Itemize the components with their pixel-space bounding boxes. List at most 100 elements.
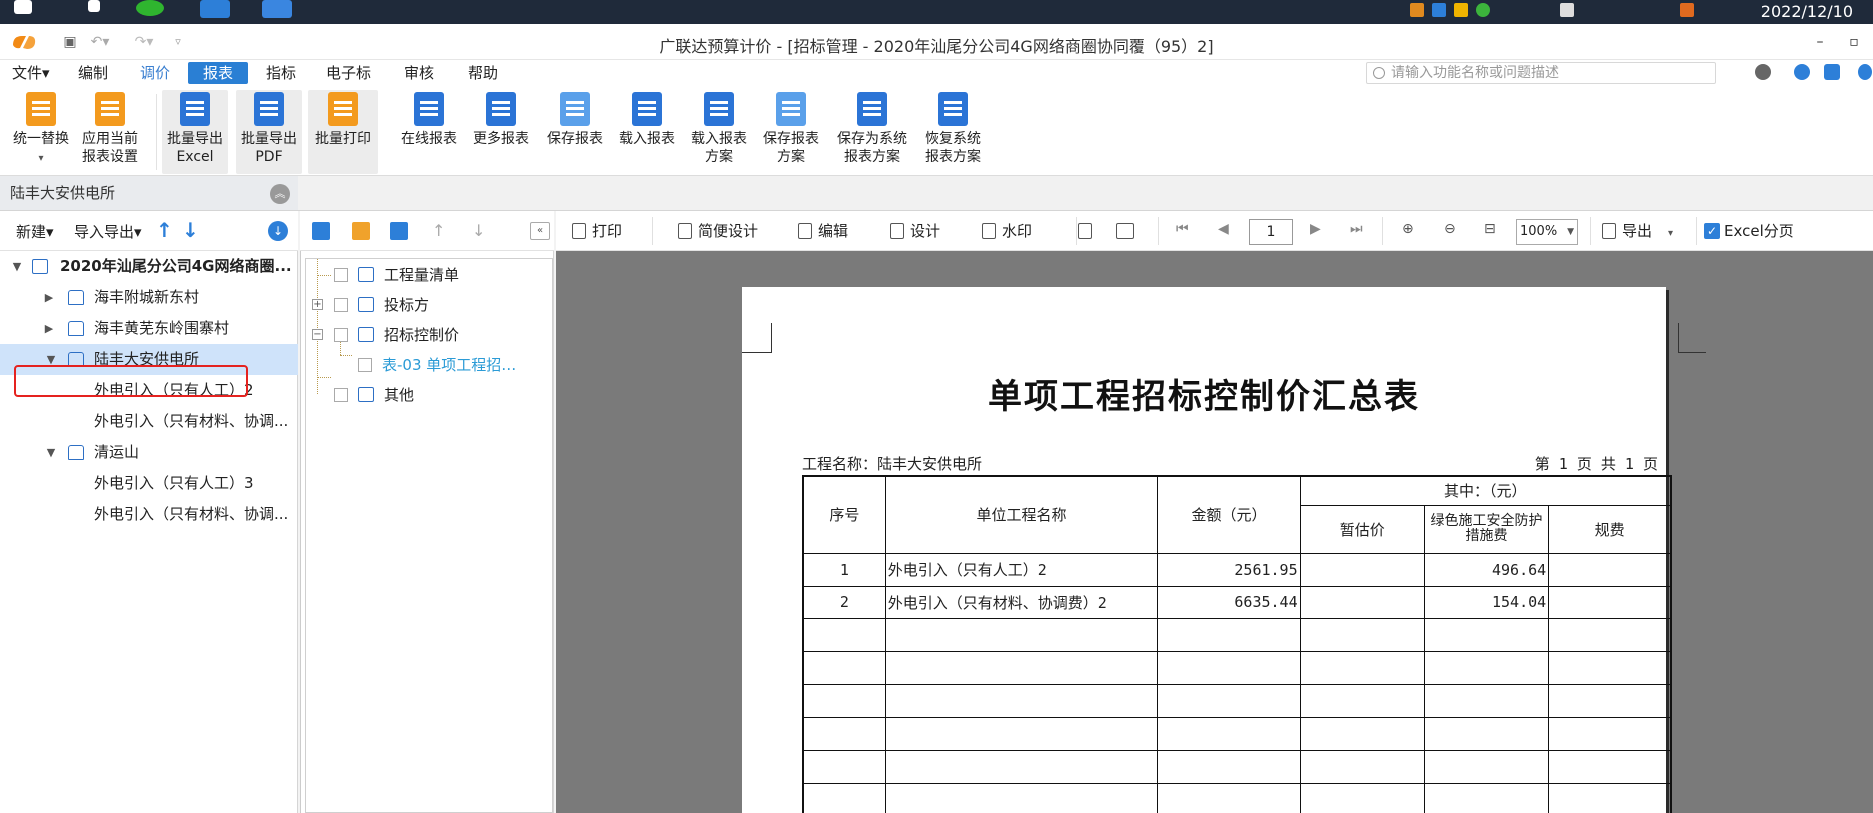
- report-node-label: 投标方: [384, 296, 430, 314]
- menu-report[interactable]: 报表: [188, 62, 248, 84]
- fit-width-icon[interactable]: ⊟: [1484, 221, 1496, 237]
- tree-node-qingyunshan[interactable]: ▼ 清运山: [0, 437, 298, 468]
- tray-icon[interactable]: [1410, 3, 1424, 17]
- report-node-tender-control-price[interactable]: − 招标控制价: [306, 320, 546, 350]
- move-up-icon[interactable]: ↑: [432, 221, 445, 240]
- report-node-bidder[interactable]: + 投标方: [306, 290, 546, 320]
- collapse-minus-icon[interactable]: −: [312, 329, 323, 340]
- collapsed-toggle-icon[interactable]: ▶: [42, 313, 56, 344]
- apps-icon[interactable]: [1824, 64, 1840, 80]
- edit-label: 编辑: [818, 222, 849, 240]
- page-number-input[interactable]: 1: [1249, 219, 1293, 245]
- design-label: 设计: [910, 222, 941, 240]
- report-preview-canvas[interactable]: 单项工程招标控制价汇总表 工程名称：陆丰大安供电所 第 1 页 共 1 页 序号…: [556, 251, 1873, 813]
- tree-node-unit-labor-3[interactable]: 外电引入（只有人工）3: [0, 468, 298, 499]
- simple-design-button[interactable]: 简便设计: [678, 211, 758, 251]
- tree-node-haifeng-huangwu[interactable]: ▶ 海丰黄芜东岭围寨村: [0, 313, 298, 344]
- tree-node-haifeng-fucheng[interactable]: ▶ 海丰附城新东村: [0, 282, 298, 313]
- save-report-button[interactable]: 保存报表: [542, 90, 608, 174]
- menu-compile[interactable]: 编制: [70, 62, 116, 84]
- first-page-icon[interactable]: ⏮: [1176, 221, 1189, 237]
- download-icon[interactable]: ↓: [268, 221, 288, 241]
- menu-help[interactable]: 帮助: [460, 62, 506, 84]
- design-button[interactable]: 设计: [890, 211, 940, 251]
- report-node-other[interactable]: 其他: [306, 380, 546, 410]
- tree-node-unit-material-3[interactable]: 外电引入（只有材料、协调...: [0, 499, 298, 530]
- move-up-icon[interactable]: ↑: [156, 220, 173, 240]
- zoom-in-icon[interactable]: ⊕: [1402, 221, 1414, 237]
- tray-icon[interactable]: [1432, 3, 1446, 17]
- report-checkbox[interactable]: [358, 358, 372, 372]
- load-report-scheme-button[interactable]: 载入报表 方案: [686, 90, 752, 174]
- batch-export-pdf-button[interactable]: 批量导出 PDF: [236, 90, 302, 174]
- move-down-icon[interactable]: ↓: [472, 221, 485, 240]
- taskbar-app-icon[interactable]: [200, 0, 230, 18]
- minimize-button[interactable]: –: [1805, 30, 1835, 54]
- new-dropdown[interactable]: 新建▾: [16, 221, 54, 242]
- report-checkbox[interactable]: [334, 298, 348, 312]
- menu-file[interactable]: 文件▾: [4, 62, 58, 84]
- prev-page-icon[interactable]: ◀: [1218, 221, 1229, 237]
- delete-icon[interactable]: [390, 222, 408, 240]
- last-page-icon[interactable]: ⏭: [1350, 221, 1363, 237]
- function-search-input[interactable]: 请输入功能名称或问题描述: [1366, 62, 1716, 84]
- expand-toggle-icon[interactable]: ▼: [44, 437, 58, 468]
- collapsed-toggle-icon[interactable]: ▶: [42, 282, 56, 313]
- menu-e-bid[interactable]: 电子标: [318, 62, 379, 84]
- apply-report-settings-button[interactable]: 应用当前 报表设置: [76, 90, 144, 174]
- collapse-panel-icon[interactable]: «: [530, 222, 550, 240]
- save-as-system-scheme-button[interactable]: 保存为系统 报表方案: [832, 90, 912, 174]
- tray-icon[interactable]: [1454, 3, 1468, 17]
- tray-icon[interactable]: [1476, 3, 1490, 17]
- add-report-icon[interactable]: [312, 222, 330, 240]
- report-node-bill-of-quantities[interactable]: 工程量清单: [306, 260, 546, 290]
- move-down-icon[interactable]: ↓: [182, 220, 199, 240]
- more-reports-button[interactable]: 更多报表: [468, 90, 534, 174]
- unify-replace-button[interactable]: 统一替换 ▾: [8, 90, 74, 174]
- report-checkbox[interactable]: [334, 388, 348, 402]
- print-button[interactable]: 打印: [572, 211, 622, 251]
- load-report-button[interactable]: 载入报表: [614, 90, 680, 174]
- tree-node-unit-material-2[interactable]: 外电引入（只有材料、协调...: [0, 406, 298, 437]
- edit-button[interactable]: 编辑: [798, 211, 848, 251]
- export-dropdown[interactable]: 导出 ▾: [1602, 211, 1673, 251]
- taskbar-app-icon[interactable]: [136, 0, 164, 16]
- tray-icon[interactable]: [1560, 3, 1574, 17]
- expand-toggle-icon[interactable]: ▼: [10, 251, 24, 282]
- save-report-scheme-button[interactable]: 保存报表 方案: [758, 90, 824, 174]
- refresh-icon[interactable]: [1794, 64, 1810, 80]
- add-folder-icon[interactable]: [352, 222, 370, 240]
- menu-audit[interactable]: 审核: [396, 62, 442, 84]
- user-icon[interactable]: [1755, 64, 1771, 80]
- cell-provisional: [1299, 585, 1425, 619]
- restore-system-scheme-button[interactable]: 恢复系统 报表方案: [916, 90, 990, 174]
- tree-node-root[interactable]: ▼ 2020年汕尾分公司4G网络商圈...: [0, 251, 298, 282]
- info-icon[interactable]: [1858, 64, 1872, 80]
- next-page-icon[interactable]: ▶: [1310, 221, 1321, 237]
- report-node-table-03[interactable]: 表-03 单项工程招…: [306, 350, 546, 380]
- watermark-button[interactable]: 水印: [982, 211, 1032, 251]
- report-checkbox[interactable]: [334, 328, 348, 342]
- expand-plus-icon[interactable]: +: [312, 299, 323, 310]
- report-checkbox[interactable]: [334, 268, 348, 282]
- menu-index[interactable]: 指标: [258, 62, 304, 84]
- windows-start-icon[interactable]: [14, 0, 32, 14]
- taskbar-app-icon[interactable]: [88, 0, 100, 12]
- taskbar-app-icon[interactable]: [262, 0, 292, 18]
- restore-button[interactable]: ▫: [1839, 30, 1869, 54]
- toolbar-separator: [1158, 217, 1159, 245]
- taskbar-date[interactable]: 2022/12/10: [1761, 2, 1853, 21]
- batch-print-button[interactable]: 批量打印: [308, 90, 378, 174]
- batch-export-excel-button[interactable]: 批量导出 Excel: [162, 90, 228, 174]
- zoom-select[interactable]: 100% ▼: [1516, 219, 1578, 245]
- zoom-out-icon[interactable]: ⊖: [1444, 221, 1456, 237]
- menu-price-adjust[interactable]: 调价: [132, 62, 178, 84]
- collapse-up-icon[interactable]: ︽: [270, 184, 290, 204]
- tray-icon[interactable]: [1680, 3, 1694, 17]
- two-page-view-button[interactable]: [1116, 211, 1140, 251]
- single-page-view-button[interactable]: [1078, 211, 1098, 251]
- excel-paging-checkbox[interactable]: ✓: [1704, 223, 1720, 239]
- excel-paging-label[interactable]: Excel分页: [1724, 211, 1794, 251]
- online-report-button[interactable]: 在线报表: [396, 90, 462, 174]
- import-export-dropdown[interactable]: 导入导出▾: [74, 221, 142, 242]
